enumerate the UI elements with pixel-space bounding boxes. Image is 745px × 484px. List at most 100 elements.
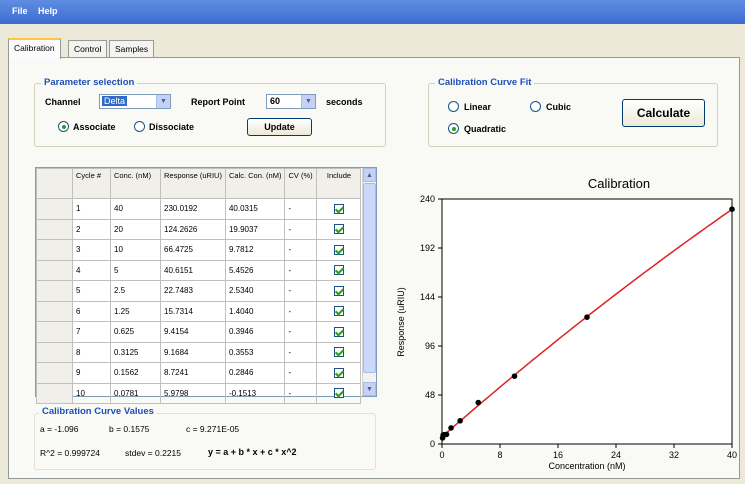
cell-conc[interactable]: 0.0781 — [110, 382, 161, 404]
cell-conc[interactable]: 0.625 — [110, 321, 161, 343]
column-header-conc[interactable]: Conc. (nM) — [110, 168, 161, 199]
cell-calc-con[interactable]: 9.7812 — [224, 239, 286, 261]
include-checkbox[interactable] — [333, 388, 344, 399]
cell-response[interactable]: 66.4725 — [160, 239, 226, 261]
table-row[interactable]: 8 0.3125 9.1684 0.3553- — [36, 341, 362, 363]
dissociate-label[interactable]: Dissociate — [149, 122, 194, 132]
cell-conc[interactable]: 20 — [110, 218, 161, 240]
channel-select[interactable]: Delta ▼ — [99, 94, 171, 109]
include-checkbox[interactable] — [333, 203, 344, 214]
tab-control[interactable]: Control — [68, 40, 108, 58]
table-row[interactable]: 6 1.25 15.7314 1.4040- — [36, 300, 362, 322]
cell-cv[interactable]: - — [284, 321, 318, 343]
column-header-include[interactable]: Include — [316, 168, 362, 199]
associate-label[interactable]: Associate — [73, 122, 116, 132]
include-checkbox[interactable] — [333, 326, 344, 337]
cell-response[interactable]: 9.4154 — [160, 321, 226, 343]
cell-cv[interactable]: - — [284, 259, 318, 281]
cell-response[interactable]: 124.2626 — [160, 218, 226, 240]
row-header[interactable] — [36, 259, 73, 281]
table-row[interactable]: 10 0.0781 5.9798 -0.1513- — [36, 382, 362, 404]
cell-response[interactable]: 22.7483 — [160, 280, 226, 302]
associate-radio[interactable] — [58, 121, 69, 132]
row-header[interactable] — [36, 280, 73, 302]
cell-cycle[interactable]: 9 — [72, 362, 111, 384]
cell-cv[interactable]: - — [284, 280, 318, 302]
include-checkbox[interactable] — [333, 244, 344, 255]
table-row[interactable]: 4 5 40.6151 5.4526- — [36, 259, 362, 281]
calculate-button[interactable]: Calculate — [622, 99, 705, 127]
report-point-select[interactable]: 60 ▼ — [266, 94, 316, 109]
row-header[interactable] — [36, 218, 73, 240]
cell-response[interactable]: 9.1684 — [160, 341, 226, 363]
cell-response[interactable]: 230.0192 — [160, 198, 226, 220]
dissociate-radio[interactable] — [134, 121, 145, 132]
cell-cycle[interactable]: 1 — [72, 198, 111, 220]
cell-conc[interactable]: 0.1562 — [110, 362, 161, 384]
cell-response[interactable]: 15.7314 — [160, 300, 226, 322]
cell-response[interactable]: 5.9798 — [160, 382, 226, 404]
cell-conc[interactable]: 40 — [110, 198, 161, 220]
column-header-response[interactable]: Response (uRIU) — [160, 168, 226, 199]
cubic-label[interactable]: Cubic — [546, 102, 571, 112]
row-header[interactable] — [36, 382, 73, 404]
cell-cv[interactable]: - — [284, 198, 318, 220]
include-checkbox[interactable] — [333, 306, 344, 317]
include-checkbox[interactable] — [333, 347, 344, 358]
row-header[interactable] — [36, 239, 73, 261]
cell-calc-con[interactable]: 0.3946 — [224, 321, 286, 343]
linear-radio[interactable] — [448, 101, 459, 112]
table-row[interactable]: 1 40 230.0192 40.0315- — [36, 198, 362, 220]
cell-calc-con[interactable]: 40.0315 — [224, 198, 286, 220]
row-header[interactable] — [36, 321, 73, 343]
scroll-up-icon[interactable]: ▲ — [363, 168, 376, 182]
row-header[interactable] — [36, 300, 73, 322]
include-checkbox[interactable] — [333, 367, 344, 378]
cell-cycle[interactable]: 6 — [72, 300, 111, 322]
quadratic-label[interactable]: Quadratic — [464, 124, 506, 134]
row-header[interactable] — [36, 362, 73, 384]
cell-calc-con[interactable]: 5.4526 — [224, 259, 286, 281]
cell-calc-con[interactable]: 1.4040 — [224, 300, 286, 322]
cell-cycle[interactable]: 8 — [72, 341, 111, 363]
cell-response[interactable]: 8.7241 — [160, 362, 226, 384]
column-header-cycle[interactable]: Cycle # — [72, 168, 111, 199]
quadratic-radio[interactable] — [448, 123, 459, 134]
cell-calc-con[interactable]: 0.3553 — [224, 341, 286, 363]
cell-conc[interactable]: 1.25 — [110, 300, 161, 322]
cell-cycle[interactable]: 5 — [72, 280, 111, 302]
menu-file[interactable]: File — [12, 6, 28, 16]
cell-cv[interactable]: - — [284, 341, 318, 363]
cell-cv[interactable]: - — [284, 239, 318, 261]
cell-cv[interactable]: - — [284, 362, 318, 384]
cell-cycle[interactable]: 3 — [72, 239, 111, 261]
cell-conc[interactable]: 2.5 — [110, 280, 161, 302]
table-row[interactable]: 3 10 66.4725 9.7812- — [36, 239, 362, 261]
cell-conc[interactable]: 10 — [110, 239, 161, 261]
cell-calc-con[interactable]: 2.5340 — [224, 280, 286, 302]
cell-cycle[interactable]: 7 — [72, 321, 111, 343]
linear-label[interactable]: Linear — [464, 102, 491, 112]
update-button[interactable]: Update — [247, 118, 312, 136]
tab-calibration[interactable]: Calibration — [8, 38, 61, 59]
scroll-thumb[interactable] — [363, 183, 376, 373]
column-header-calc-con[interactable]: Calc. Con. (nM) — [224, 168, 286, 199]
table-row[interactable]: 2 20 124.2626 19.9037- — [36, 218, 362, 240]
cell-cycle[interactable]: 10 — [72, 382, 111, 404]
menu-help[interactable]: Help — [38, 6, 58, 16]
table-row[interactable]: 9 0.1562 8.7241 0.2846- — [36, 362, 362, 384]
calibration-table[interactable]: Cycle # Conc. (nM) Response (uRIU) Calc.… — [35, 167, 377, 404]
cell-cv[interactable]: - — [284, 218, 318, 240]
table-row[interactable]: 5 2.5 22.7483 2.5340- — [36, 280, 362, 302]
column-header-cv[interactable]: CV (%) — [284, 168, 318, 199]
include-checkbox[interactable] — [333, 285, 344, 296]
cell-calc-con[interactable]: -0.1513 — [224, 382, 286, 404]
include-checkbox[interactable] — [333, 265, 344, 276]
cell-cv[interactable]: - — [284, 382, 318, 404]
cell-calc-con[interactable]: 0.2846 — [224, 362, 286, 384]
cell-conc[interactable]: 5 — [110, 259, 161, 281]
cell-cycle[interactable]: 4 — [72, 259, 111, 281]
table-row[interactable]: 7 0.625 9.4154 0.3946- — [36, 321, 362, 343]
cell-cv[interactable]: - — [284, 300, 318, 322]
table-scrollbar[interactable]: ▲ ▼ — [362, 168, 376, 396]
